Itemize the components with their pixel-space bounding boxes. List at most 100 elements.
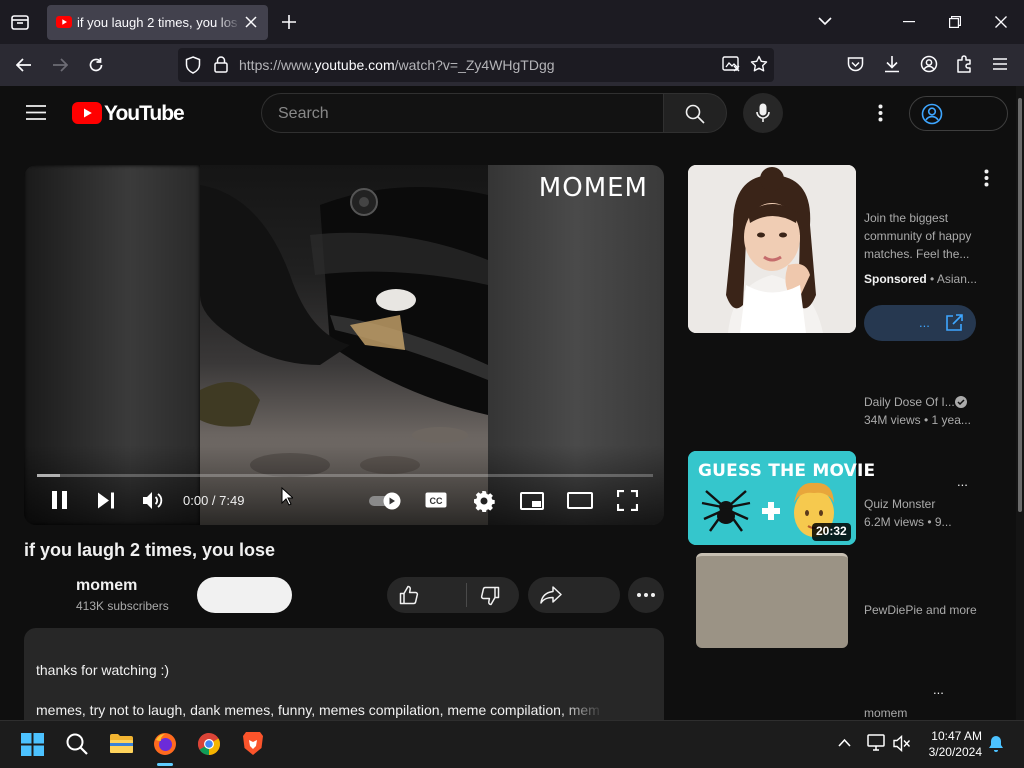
settings-kebab-icon[interactable] — [878, 104, 883, 122]
restore-icon[interactable] — [949, 16, 961, 28]
fullscreen-icon[interactable] — [617, 490, 638, 511]
progress-bar[interactable] — [37, 474, 653, 477]
file-explorer-icon[interactable] — [109, 733, 134, 754]
subscribe-button[interactable] — [197, 577, 292, 613]
bookmark-star-icon[interactable] — [750, 55, 768, 73]
browser-tab-active[interactable]: if you laugh 2 times, you lose - — [47, 5, 268, 40]
guide-menu-icon[interactable] — [26, 105, 46, 120]
sidebar-item-more[interactable]: ... — [933, 682, 944, 697]
more-horizontal-icon — [637, 593, 655, 597]
mouse-cursor-icon — [281, 487, 293, 506]
ad-thumbnail[interactable] — [688, 165, 856, 333]
pause-icon[interactable] — [51, 491, 68, 509]
time-display: 0:00 / 7:49 — [183, 493, 245, 508]
sign-in-button[interactable] — [909, 96, 1008, 131]
windows-start-icon[interactable] — [21, 733, 44, 756]
description-line: thanks for watching :) — [36, 662, 170, 678]
user-circle-icon — [921, 103, 943, 125]
reload-icon[interactable] — [88, 57, 104, 73]
forward-arrow-icon[interactable] — [52, 57, 68, 73]
lock-icon[interactable] — [214, 56, 228, 73]
captions-icon[interactable]: CC — [425, 491, 447, 509]
sidebar-item-meta: 34M views • 1 yea... — [864, 413, 971, 427]
scrollbar-thumb[interactable] — [1018, 98, 1022, 512]
external-link-icon — [946, 314, 963, 331]
ad-headline[interactable]: Join the biggest community of happy matc… — [864, 209, 984, 263]
miniplayer-icon[interactable] — [520, 492, 544, 510]
active-app-indicator — [157, 763, 173, 766]
like-dislike-bar — [387, 577, 519, 613]
sidebar-mix-thumbnail[interactable] — [696, 553, 848, 648]
url-prefix: https://www. — [239, 57, 315, 73]
url-path: /watch?v=_Zy4WHgTDgg — [394, 57, 555, 73]
chrome-icon[interactable] — [197, 732, 221, 756]
show-hidden-icons-chevron[interactable] — [838, 738, 851, 747]
close-window-icon[interactable] — [995, 16, 1007, 28]
pocket-icon[interactable] — [847, 56, 864, 72]
url-domain: youtube.com — [314, 57, 395, 73]
voice-search-button[interactable] — [743, 93, 783, 133]
ad-visit-button[interactable]: ... — [864, 305, 976, 341]
youtube-favicon-icon — [56, 16, 72, 28]
dislike-thumb-icon[interactable] — [480, 586, 500, 606]
sponsored-label: Sponsored — [864, 272, 927, 286]
description-fade — [560, 698, 604, 720]
picture-permission-icon[interactable] — [722, 56, 740, 72]
ad-more-kebab-icon[interactable] — [984, 169, 989, 187]
ad-photo-woman — [688, 165, 856, 333]
tab-title: if you laugh 2 times, you lose - — [77, 15, 237, 30]
thumbnail-title-text: GUESS THE MOVIE — [698, 461, 876, 481]
sidebar-item-channel[interactable]: momem — [864, 706, 907, 720]
account-icon[interactable] — [920, 55, 938, 73]
back-arrow-icon[interactable] — [16, 57, 32, 73]
video-title: if you laugh 2 times, you lose — [24, 540, 276, 560]
sidebar-item-channel[interactable]: Daily Dose Of I... — [864, 395, 955, 409]
brave-browser-icon[interactable] — [242, 731, 264, 756]
autoplay-toggle[interactable] — [368, 492, 402, 510]
more-actions-button[interactable] — [628, 577, 664, 613]
taskbar-search-icon[interactable] — [66, 733, 88, 755]
shield-icon[interactable] — [185, 56, 201, 74]
svg-text:CC: CC — [430, 496, 443, 506]
menu-hamburger-icon[interactable] — [993, 58, 1007, 70]
search-icon — [685, 104, 705, 124]
microphone-icon — [756, 103, 770, 122]
display-network-icon[interactable] — [867, 734, 887, 752]
speaker-muted-icon[interactable] — [893, 735, 911, 752]
next-video-icon[interactable] — [97, 492, 115, 509]
settings-gear-icon[interactable] — [473, 490, 495, 512]
search-button[interactable] — [663, 93, 727, 133]
sidebar-item-more[interactable]: ... — [957, 474, 968, 489]
youtube-logo-text: YouTube — [104, 102, 185, 125]
theater-mode-icon[interactable] — [567, 492, 593, 509]
video-player[interactable]: MOMEM — [24, 165, 664, 525]
extensions-icon[interactable] — [956, 55, 973, 73]
controls-gradient — [24, 445, 664, 525]
chevron-down-icon[interactable] — [818, 17, 832, 26]
ad-advertiser: Asian... — [936, 272, 977, 286]
progress-bar-buffered — [37, 474, 60, 477]
search-input[interactable]: Search — [261, 93, 663, 133]
firefox-icon[interactable] — [153, 732, 177, 756]
url-text[interactable]: https://www.youtube.com/watch?v=_Zy4WHgT… — [239, 57, 555, 73]
volume-icon[interactable] — [142, 491, 164, 510]
like-thumb-icon[interactable] — [399, 585, 419, 605]
close-tab-icon[interactable] — [245, 16, 257, 28]
channel-name[interactable]: momem — [76, 577, 137, 595]
sidebar-item-channel[interactable]: PewDiePie and more — [864, 603, 977, 617]
clock-time[interactable]: 10:47 AM — [924, 729, 982, 743]
tab-list-icon[interactable] — [10, 12, 30, 32]
notification-bell-icon[interactable] — [988, 735, 1004, 753]
youtube-logo[interactable]: YouTube — [72, 102, 185, 126]
channel-watermark: MOMEM — [538, 173, 648, 203]
minimize-icon[interactable] — [903, 21, 915, 23]
sidebar-item-channel[interactable]: Quiz Monster — [864, 497, 935, 511]
description-tags: memes, try not to laugh, dank memes, fun… — [36, 702, 600, 718]
search-placeholder: Search — [278, 105, 329, 122]
downloads-icon[interactable] — [884, 55, 900, 73]
subscriber-count: 413K subscribers — [76, 599, 169, 613]
sidebar-item-meta: 6.2M views • 9... — [864, 515, 952, 529]
new-tab-icon[interactable] — [282, 15, 296, 29]
clock-date[interactable]: 3/20/2024 — [918, 745, 982, 759]
share-button[interactable] — [528, 577, 620, 613]
